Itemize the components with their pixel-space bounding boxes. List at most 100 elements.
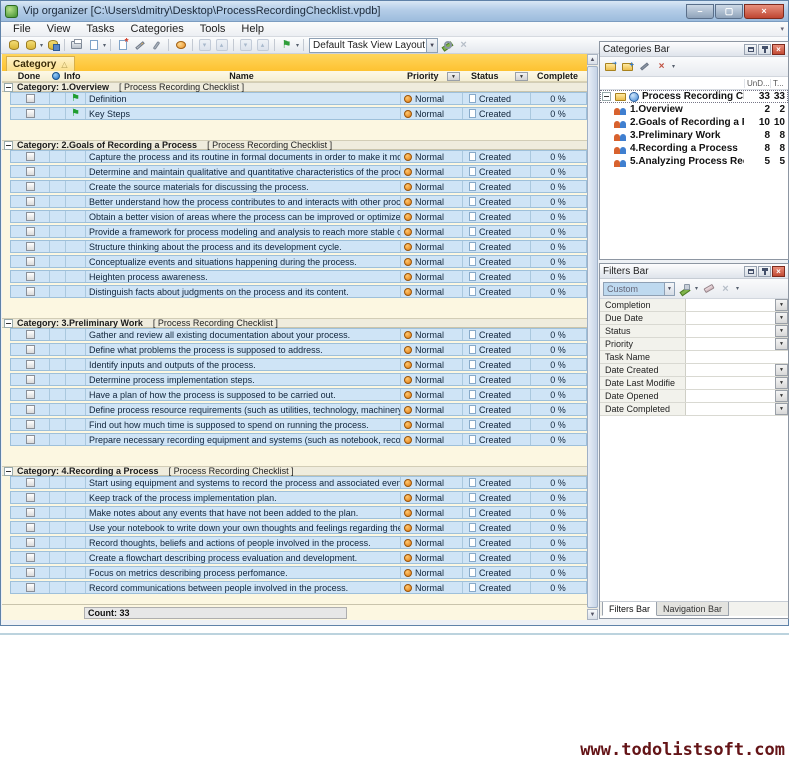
task-row[interactable]: ⚑DefinitionNormalCreated0 % [10, 92, 587, 105]
task-checkbox[interactable] [26, 182, 35, 191]
panel-close-icon[interactable]: × [772, 44, 785, 55]
edit-category-icon[interactable] [637, 60, 652, 74]
task-row[interactable]: Conceptualize events and situations happ… [10, 255, 587, 268]
panel-pin-icon[interactable] [758, 266, 771, 277]
panel-pin-icon[interactable] [758, 44, 771, 55]
tree-root-item[interactable]: Process Recording Checklist3333 [600, 90, 788, 103]
category-header[interactable]: Category: 2.Goals of Recording a Process… [2, 140, 587, 150]
open-database-icon[interactable] [23, 38, 38, 52]
task-checkbox[interactable] [26, 94, 35, 103]
filter-value-field[interactable] [686, 325, 775, 337]
filter-value-field[interactable] [686, 351, 788, 363]
menu-item-tasks[interactable]: Tasks [78, 23, 122, 35]
priority-filter-dropdown-icon[interactable]: ▼ [447, 72, 460, 81]
task-row[interactable]: Create a flowchart describing process ev… [10, 551, 587, 564]
customize-layout-icon[interactable] [439, 38, 454, 52]
delete-category-icon[interactable]: × [654, 60, 669, 74]
task-row[interactable]: Record thoughts, beliefs and actions of … [10, 536, 587, 549]
column-info[interactable]: Info [64, 71, 84, 81]
task-row[interactable]: Prepare necessary recording equipment an… [10, 433, 587, 446]
filter-preset-value[interactable]: Custom [603, 282, 665, 296]
task-checkbox[interactable] [26, 197, 35, 206]
print-dropdown-icon[interactable]: ▾ [103, 42, 106, 49]
task-row[interactable]: Record communications between people inv… [10, 581, 587, 594]
new-database-icon[interactable] [6, 38, 21, 52]
grid-scrollbar[interactable]: ▲ ▼ [587, 54, 598, 620]
task-checkbox[interactable] [26, 420, 35, 429]
filter-preset-dropdown-icon[interactable]: ▼ [665, 282, 675, 296]
dock-tab-navigation-bar[interactable]: Navigation Bar [657, 602, 729, 616]
column-name[interactable]: Name [84, 71, 399, 81]
filter-preset-combo[interactable]: Custom ▼ [603, 282, 675, 296]
category-header[interactable]: Category: 1.Overview[ Process Recording … [2, 82, 587, 92]
filter-value-field[interactable] [686, 390, 775, 402]
task-row[interactable]: Capture the process and its routine in f… [10, 150, 587, 163]
filter-value-field[interactable] [686, 338, 775, 350]
filter-dropdown-icon[interactable]: ▼ [775, 312, 788, 324]
print-icon[interactable] [69, 38, 84, 52]
column-complete[interactable]: Complete [529, 71, 586, 81]
filter-dropdown-icon[interactable]: ▼ [775, 325, 788, 337]
new-task-icon[interactable] [115, 38, 130, 52]
complete-task-icon[interactable] [173, 38, 188, 52]
task-row[interactable]: Provide a framework for process modeling… [10, 225, 587, 238]
task-checkbox[interactable] [26, 508, 35, 517]
task-checkbox[interactable] [26, 360, 35, 369]
tree-category-item[interactable]: 3.Preliminary Work88 [600, 129, 788, 142]
duplicate-task-icon[interactable] [149, 38, 164, 52]
collapse-expander-icon[interactable] [4, 141, 13, 150]
filter-value-field[interactable] [686, 299, 775, 311]
tree-category-item[interactable]: 1.Overview22 [600, 103, 788, 116]
print-preview-icon[interactable] [86, 38, 101, 52]
filter-value-field[interactable] [686, 403, 775, 415]
minimize-button[interactable]: – [686, 4, 714, 19]
menu-item-file[interactable]: File [5, 23, 39, 35]
group-by-category-button[interactable]: Category △ [6, 56, 75, 71]
menu-item-view[interactable]: View [39, 23, 79, 35]
apply-filter-icon[interactable] [677, 282, 692, 296]
task-view-layout-value[interactable]: Default Task View Layout [309, 38, 427, 53]
filter-dropdown-icon[interactable]: ▼ [775, 377, 788, 389]
filter-dropdown-icon[interactable]: ▼ [775, 299, 788, 311]
open-database-dropdown-icon[interactable]: ▾ [40, 42, 43, 49]
filter-dropdown-icon[interactable]: ▼ [775, 338, 788, 350]
task-view-layout-combo[interactable]: Default Task View Layout ▼ [309, 38, 438, 53]
task-row[interactable]: Gather and review all existing documenta… [10, 328, 587, 341]
status-filter-dropdown-icon[interactable]: ▼ [515, 72, 528, 81]
tree-category-item[interactable]: 2.Goals of Recording a Proces1010 [600, 116, 788, 129]
close-button[interactable]: × [744, 4, 784, 19]
tree-category-item[interactable]: 4.Recording a Process88 [600, 142, 788, 155]
new-category-icon[interactable] [603, 60, 618, 74]
column-status[interactable]: Status ▼ [461, 71, 529, 81]
filter-dropdown-icon[interactable]: ▼ [775, 403, 788, 415]
task-checkbox[interactable] [26, 405, 35, 414]
task-checkbox[interactable] [26, 345, 35, 354]
filters-toolbar-overflow-icon[interactable]: ▾ [736, 285, 739, 292]
task-checkbox[interactable] [26, 152, 35, 161]
task-row[interactable]: Obtain a better vision of areas where th… [10, 210, 587, 223]
collapse-expander-icon[interactable] [4, 83, 13, 92]
menu-item-categories[interactable]: Categories [123, 23, 192, 35]
filter-value-field[interactable] [686, 312, 775, 324]
category-header[interactable]: Category: 3.Preliminary Work[ Process Re… [2, 318, 587, 328]
tree-column-total[interactable]: T... [770, 79, 788, 88]
tree-expander-icon[interactable] [602, 92, 611, 101]
task-checkbox[interactable] [26, 257, 35, 266]
task-checkbox[interactable] [26, 435, 35, 444]
column-priority[interactable]: Priority ▼ [399, 71, 461, 81]
new-subcategory-icon[interactable] [620, 60, 635, 74]
task-checkbox[interactable] [26, 242, 35, 251]
task-checkbox[interactable] [26, 109, 35, 118]
task-row[interactable]: Make notes about any events that have no… [10, 506, 587, 519]
task-row[interactable]: Define what problems the process is supp… [10, 343, 587, 356]
apply-filter-dropdown-icon[interactable]: ▾ [695, 285, 698, 292]
tree-column-undone[interactable]: UnD... [744, 79, 770, 88]
scroll-down-icon[interactable]: ▼ [587, 609, 598, 620]
task-checkbox[interactable] [26, 287, 35, 296]
task-checkbox[interactable] [26, 553, 35, 562]
task-view-layout-dropdown-icon[interactable]: ▼ [427, 38, 438, 53]
task-checkbox[interactable] [26, 390, 35, 399]
panel-window-icon[interactable] [744, 44, 757, 55]
task-checkbox[interactable] [26, 227, 35, 236]
task-row[interactable]: Define process resource requirements (su… [10, 403, 587, 416]
